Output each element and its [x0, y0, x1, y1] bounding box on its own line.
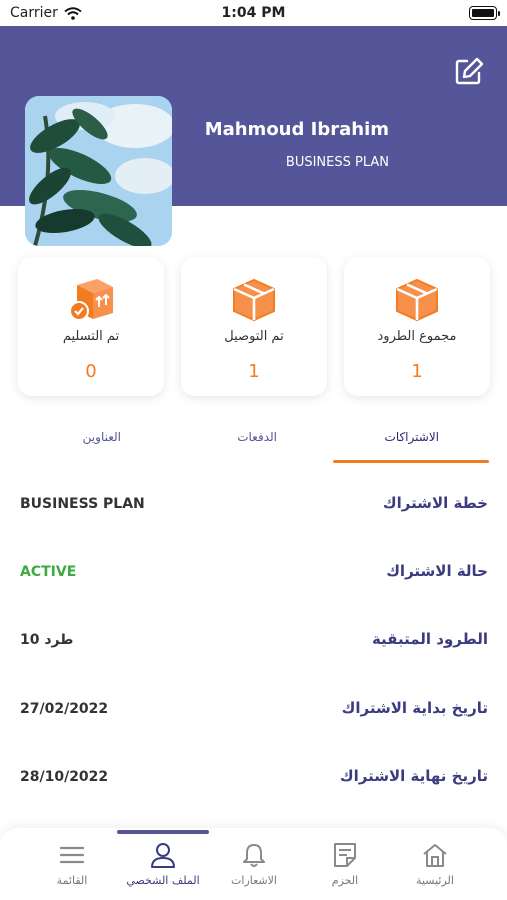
nav-active-indicator	[117, 830, 209, 834]
battery-icon	[469, 6, 500, 20]
edit-profile-button[interactable]	[452, 56, 486, 86]
detail-row: الطرود المتبقية 10 طرد	[20, 616, 488, 666]
tab-active-indicator	[333, 460, 489, 463]
stat-value: 0	[85, 361, 97, 382]
tab-subscriptions[interactable]: الاشتراكات	[385, 430, 439, 444]
detail-value: 10 طرد	[20, 632, 74, 648]
stat-value: 1	[248, 361, 260, 382]
edit-icon	[455, 57, 484, 85]
nav-label: الملف الشخصي	[126, 874, 200, 887]
detail-value: 27/02/2022	[20, 701, 109, 717]
tab-payments[interactable]: الدفعات	[237, 430, 277, 444]
nav-label: القائمة	[56, 874, 88, 887]
detail-row: تاريخ بداية الاشتراك 27/02/2022	[20, 685, 488, 735]
detail-value: 28/10/2022	[20, 769, 109, 785]
nav-menu[interactable]: القائمة	[27, 838, 117, 894]
bottom-nav: الرئيسية الحزم الاشعارات الملف الشخصي ال…	[0, 828, 507, 900]
detail-label: حالة الاشتراك	[386, 562, 488, 580]
avatar-image	[25, 96, 172, 246]
stat-value: 1	[411, 361, 423, 382]
nav-label: الرئيسية	[416, 874, 454, 887]
avatar[interactable]	[25, 96, 172, 246]
nav-profile[interactable]: الملف الشخصي	[118, 838, 208, 894]
box-icon	[233, 278, 275, 322]
box-icon	[396, 278, 438, 322]
packages-icon	[334, 843, 356, 867]
profile-name: Mahmoud Ibrahim	[204, 119, 389, 140]
status-bar: Carrier 1:04 PM	[0, 0, 507, 26]
stat-label: مجموع الطرود	[377, 329, 457, 344]
stat-card-total: مجموع الطرود 1	[344, 257, 490, 396]
detail-value: BUSINESS PLAN	[20, 496, 145, 512]
detail-row: خطة الاشتراك BUSINESS PLAN	[20, 480, 488, 530]
stat-label: تم التوصيل	[224, 329, 284, 344]
delivered-box-icon	[69, 279, 113, 321]
stat-card-delivered: تم التوصيل 1	[181, 257, 327, 396]
detail-label: تاريخ نهاية الاشتراك	[339, 767, 488, 785]
stats-cards: مجموع الطرود 1 تم التوصيل 1 تم التسليم 0	[18, 257, 490, 396]
status-badge: ACTIVE	[20, 564, 77, 580]
nav-notifications[interactable]: الاشعارات	[209, 838, 299, 894]
detail-row: تاريخ نهاية الاشتراك 28/10/2022	[20, 753, 488, 803]
nav-label: الحزم	[331, 874, 359, 887]
menu-icon	[59, 846, 85, 864]
clock: 1:04 PM	[221, 5, 286, 21]
detail-row: حالة الاشتراك ACTIVE	[20, 548, 488, 598]
bell-icon	[243, 844, 265, 867]
detail-label: تاريخ بداية الاشتراك	[341, 699, 488, 717]
nav-label: الاشعارات	[231, 874, 277, 887]
stat-label: تم التسليم	[62, 329, 120, 344]
stat-card-handed-over: تم التسليم 0	[18, 257, 164, 396]
profile-plan: BUSINESS PLAN	[285, 155, 389, 170]
nav-home[interactable]: الرئيسية	[390, 838, 480, 894]
tab-addresses[interactable]: العناوين	[83, 430, 121, 444]
nav-packages[interactable]: الحزم	[300, 838, 390, 894]
profile-icon	[151, 843, 175, 868]
detail-label: الطرود المتبقية	[371, 630, 488, 648]
detail-label: خطة الاشتراك	[382, 494, 488, 512]
home-icon	[423, 844, 447, 867]
tab-bar: الاشتراكات الدفعات العناوين	[0, 418, 507, 466]
